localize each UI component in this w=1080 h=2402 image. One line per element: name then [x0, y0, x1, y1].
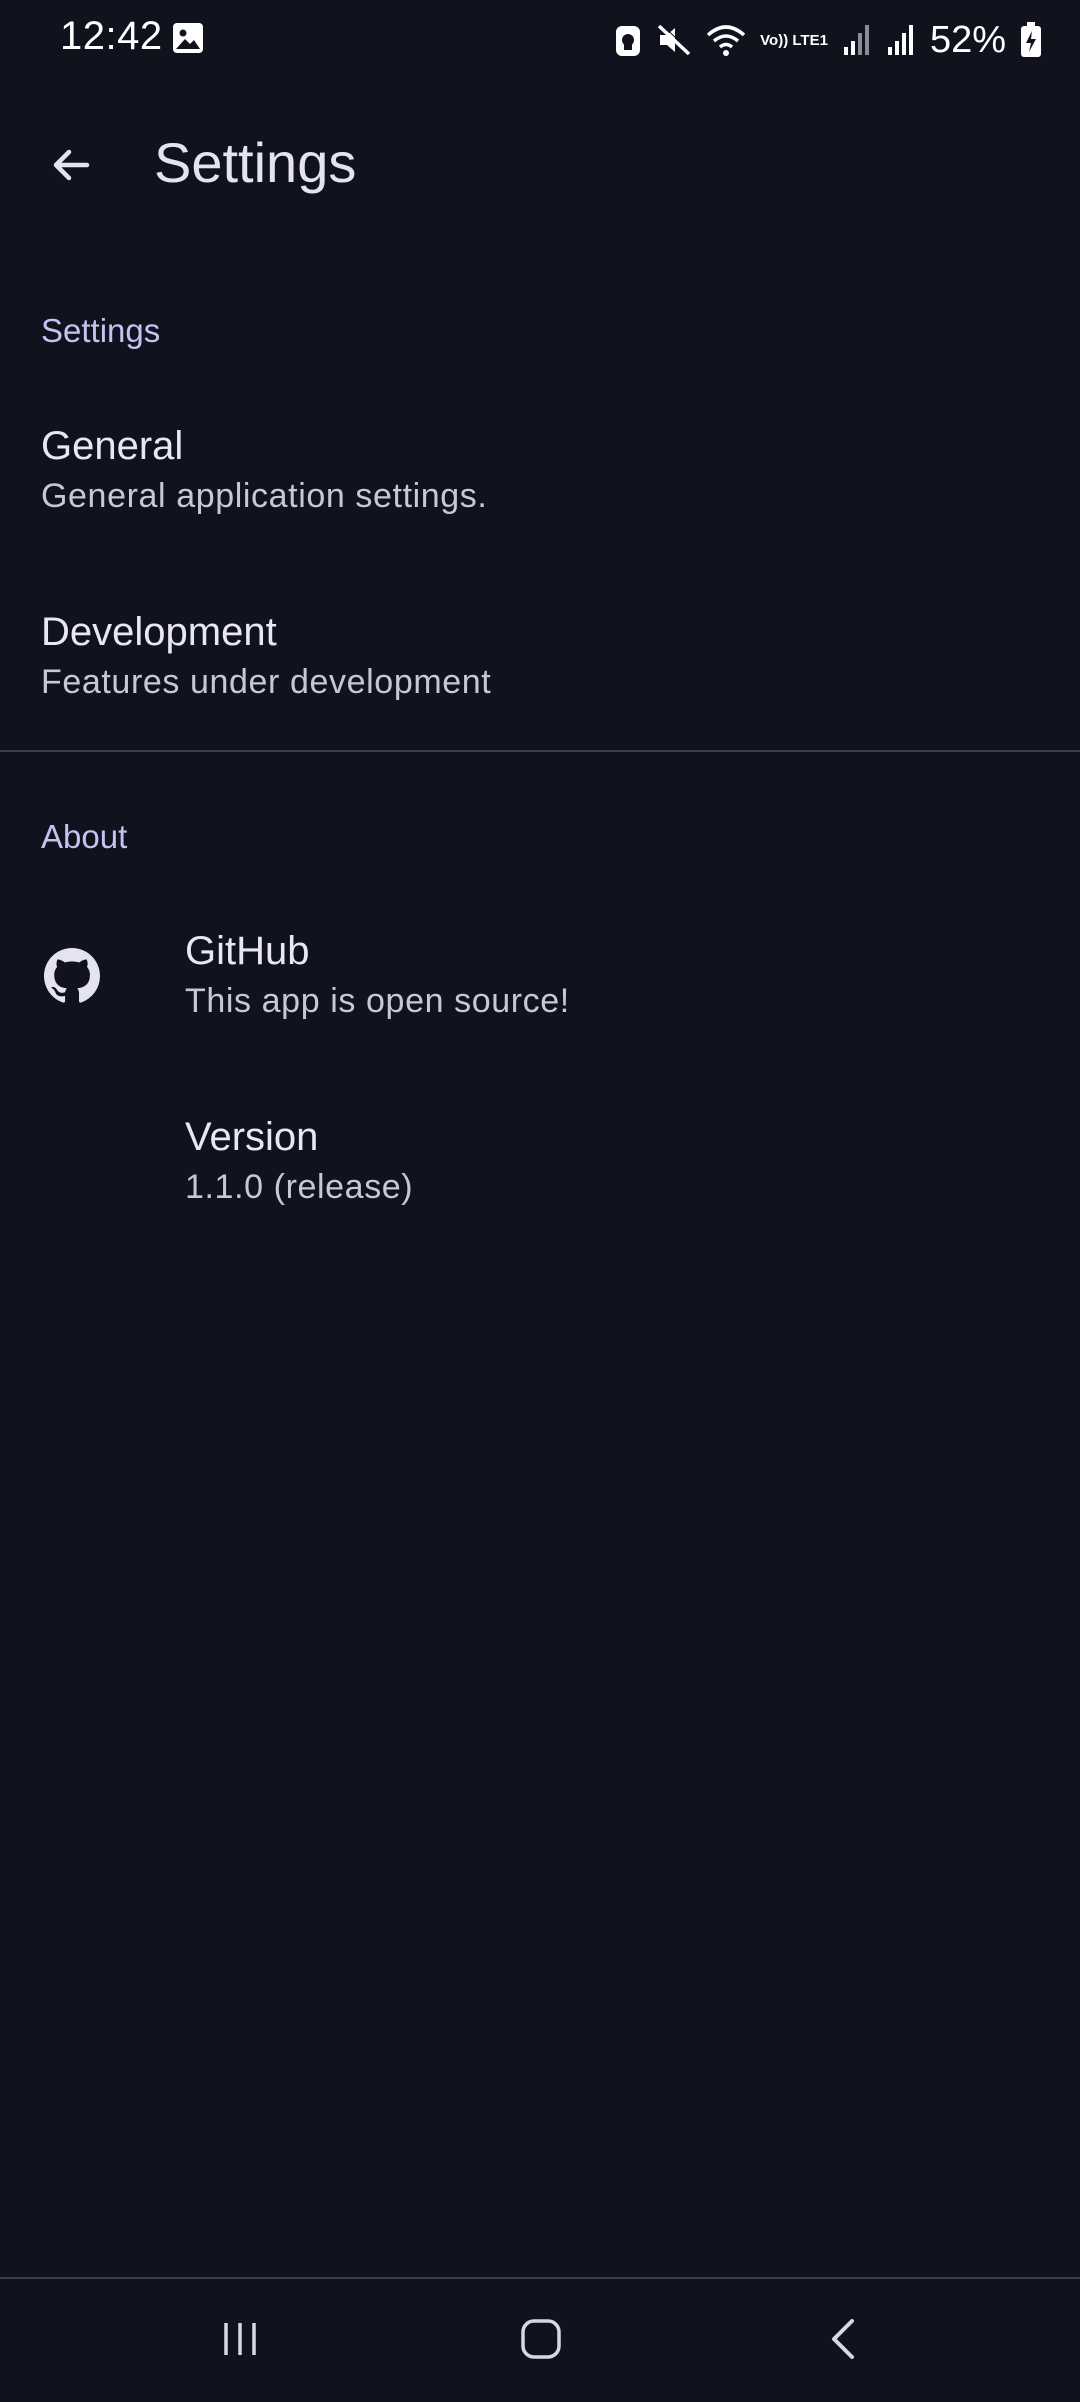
github-icon — [44, 948, 100, 1003]
app-bar: Settings — [0, 110, 1080, 220]
pref-summary: Features under development — [41, 663, 492, 701]
pref-version[interactable]: Version 1.1.0 (release) — [0, 1093, 1080, 1253]
section-header-about: About — [41, 818, 128, 855]
back-icon — [832, 2319, 854, 2359]
recents-button[interactable] — [180, 2299, 300, 2379]
wifi-icon — [706, 25, 746, 56]
pref-summary: General application settings. — [41, 477, 488, 515]
signal-icon — [887, 25, 913, 55]
section-divider — [0, 750, 1080, 752]
nav-back-button[interactable] — [784, 2299, 904, 2379]
pref-general[interactable]: General General application settings. — [0, 400, 1080, 550]
home-icon — [521, 2319, 561, 2359]
pref-title: GitHub — [185, 929, 310, 973]
gallery-icon — [173, 23, 203, 53]
volte-icon: Vo)) LTE1 — [760, 31, 828, 49]
pref-summary: This app is open source! — [185, 982, 570, 1020]
bixby-lock-icon — [616, 26, 641, 56]
pref-summary: 1.1.0 (release) — [185, 1168, 414, 1206]
status-time: 12:42 — [60, 14, 163, 58]
pref-github[interactable]: GitHub This app is open source! — [0, 905, 1080, 1065]
recents-icon — [224, 2323, 256, 2355]
navigation-bar — [0, 2277, 1080, 2402]
status-icons: Vo)) LTE1 52% — [614, 14, 1042, 66]
battery-charging-icon — [1021, 22, 1041, 57]
pref-title: Development — [41, 610, 277, 654]
section-header-settings: Settings — [41, 312, 161, 349]
home-button[interactable] — [481, 2299, 601, 2379]
battery-percent: 52% — [929, 18, 1006, 61]
pref-title: General — [41, 424, 184, 468]
pref-title: Version — [185, 1115, 319, 1159]
back-button[interactable] — [34, 128, 108, 202]
page-title: Settings — [154, 131, 357, 194]
arrow-back-icon — [53, 149, 90, 181]
signal-icon — [843, 25, 869, 55]
status-bar: 12:42 Vo)) LTE1 52% — [0, 0, 1080, 80]
mute-icon — [657, 23, 692, 56]
pref-development[interactable]: Development Features under development — [0, 588, 1080, 738]
